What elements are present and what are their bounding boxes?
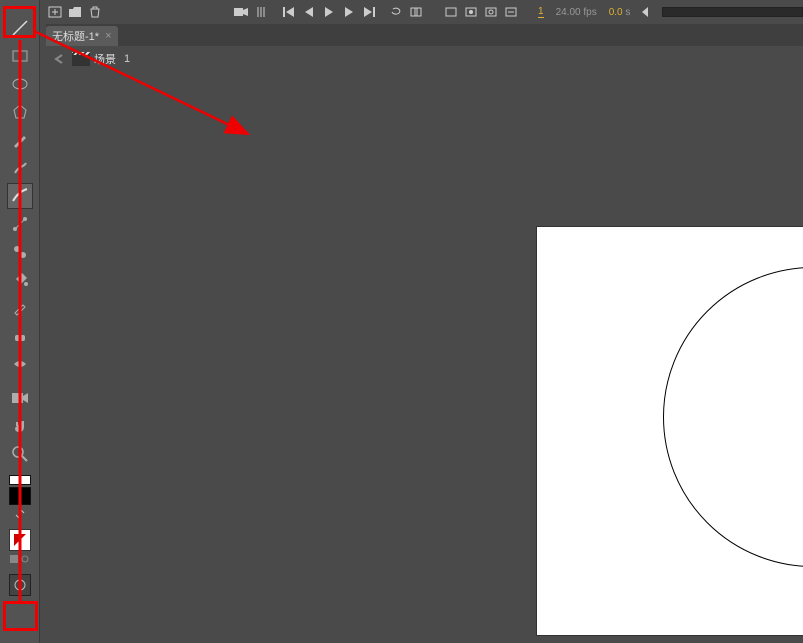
- hand-tool[interactable]: [7, 413, 33, 439]
- back-icon[interactable]: [50, 50, 68, 68]
- canvas-area[interactable]: [46, 72, 803, 643]
- scrub-back-icon[interactable]: [636, 5, 654, 19]
- top-toolbar: 1 24.00 fps 0.0 s: [46, 4, 803, 20]
- next-frame-icon[interactable]: [340, 5, 358, 19]
- oval-tool[interactable]: [7, 71, 33, 97]
- rectangle-tool[interactable]: [7, 43, 33, 69]
- swap-colors-icon[interactable]: [15, 509, 25, 519]
- paint-brush-tool[interactable]: [7, 155, 33, 181]
- camera-tool[interactable]: [7, 385, 33, 411]
- play-icon[interactable]: [320, 5, 338, 19]
- stage[interactable]: [536, 226, 803, 636]
- width-tool[interactable]: [7, 351, 33, 377]
- stroke-color-swatch[interactable]: [9, 475, 31, 485]
- timeline-scrubber[interactable]: [662, 7, 803, 17]
- zoom-tool[interactable]: [7, 441, 33, 467]
- eraser-tool[interactable]: [7, 323, 33, 349]
- prev-frame-icon[interactable]: [300, 5, 318, 19]
- first-frame-icon[interactable]: [280, 5, 298, 19]
- polystar-tool[interactable]: [7, 99, 33, 125]
- scene-label[interactable]: 场景: [94, 51, 116, 67]
- insert-keyframe-icon[interactable]: [462, 5, 480, 19]
- line-tool[interactable]: [7, 15, 33, 41]
- remove-frame-icon[interactable]: [502, 5, 520, 19]
- document-tab[interactable]: 无标题-1* ×: [46, 26, 118, 46]
- onion-skin-icon[interactable]: [408, 5, 426, 19]
- last-frame-icon[interactable]: [360, 5, 378, 19]
- fill-color-swatch[interactable]: [9, 487, 31, 505]
- fps-value[interactable]: 24.00 fps: [556, 7, 597, 18]
- eyedropper-tool[interactable]: [7, 295, 33, 321]
- scene-number: 1: [124, 53, 130, 65]
- document-tab-bar: 无标题-1* ×: [46, 24, 803, 46]
- document-tab-title: 无标题-1*: [52, 28, 99, 44]
- pencil-tool[interactable]: [7, 127, 33, 153]
- scene-bar: 场景 1: [46, 46, 803, 72]
- current-frame[interactable]: 1: [538, 6, 544, 18]
- loop-icon[interactable]: [388, 5, 406, 19]
- bone-tool[interactable]: [7, 211, 33, 237]
- paint-bucket-tool[interactable]: [7, 267, 33, 293]
- new-folder-icon[interactable]: [66, 5, 84, 19]
- option-b-icon[interactable]: [20, 553, 31, 564]
- brush-tool[interactable]: [7, 183, 33, 209]
- new-layer-icon[interactable]: [46, 5, 64, 19]
- elapsed-time: 0.0 s: [609, 7, 631, 18]
- snap-to-objects-button[interactable]: [9, 529, 31, 551]
- insert-frame-icon[interactable]: [442, 5, 460, 19]
- drawn-circle[interactable]: [663, 267, 803, 567]
- drawmode-options: [9, 553, 31, 564]
- bind-tool[interactable]: [7, 239, 33, 265]
- option-a-icon[interactable]: [9, 553, 20, 564]
- delete-icon[interactable]: [86, 5, 104, 19]
- marker-icon[interactable]: [252, 5, 270, 19]
- camera-icon[interactable]: [232, 5, 250, 19]
- insert-blank-keyframe-icon[interactable]: [482, 5, 500, 19]
- close-tab-icon[interactable]: ×: [105, 30, 111, 42]
- scene-clapper-icon[interactable]: [72, 52, 90, 66]
- toolbox: [0, 0, 40, 643]
- object-drawing-button[interactable]: [9, 574, 31, 596]
